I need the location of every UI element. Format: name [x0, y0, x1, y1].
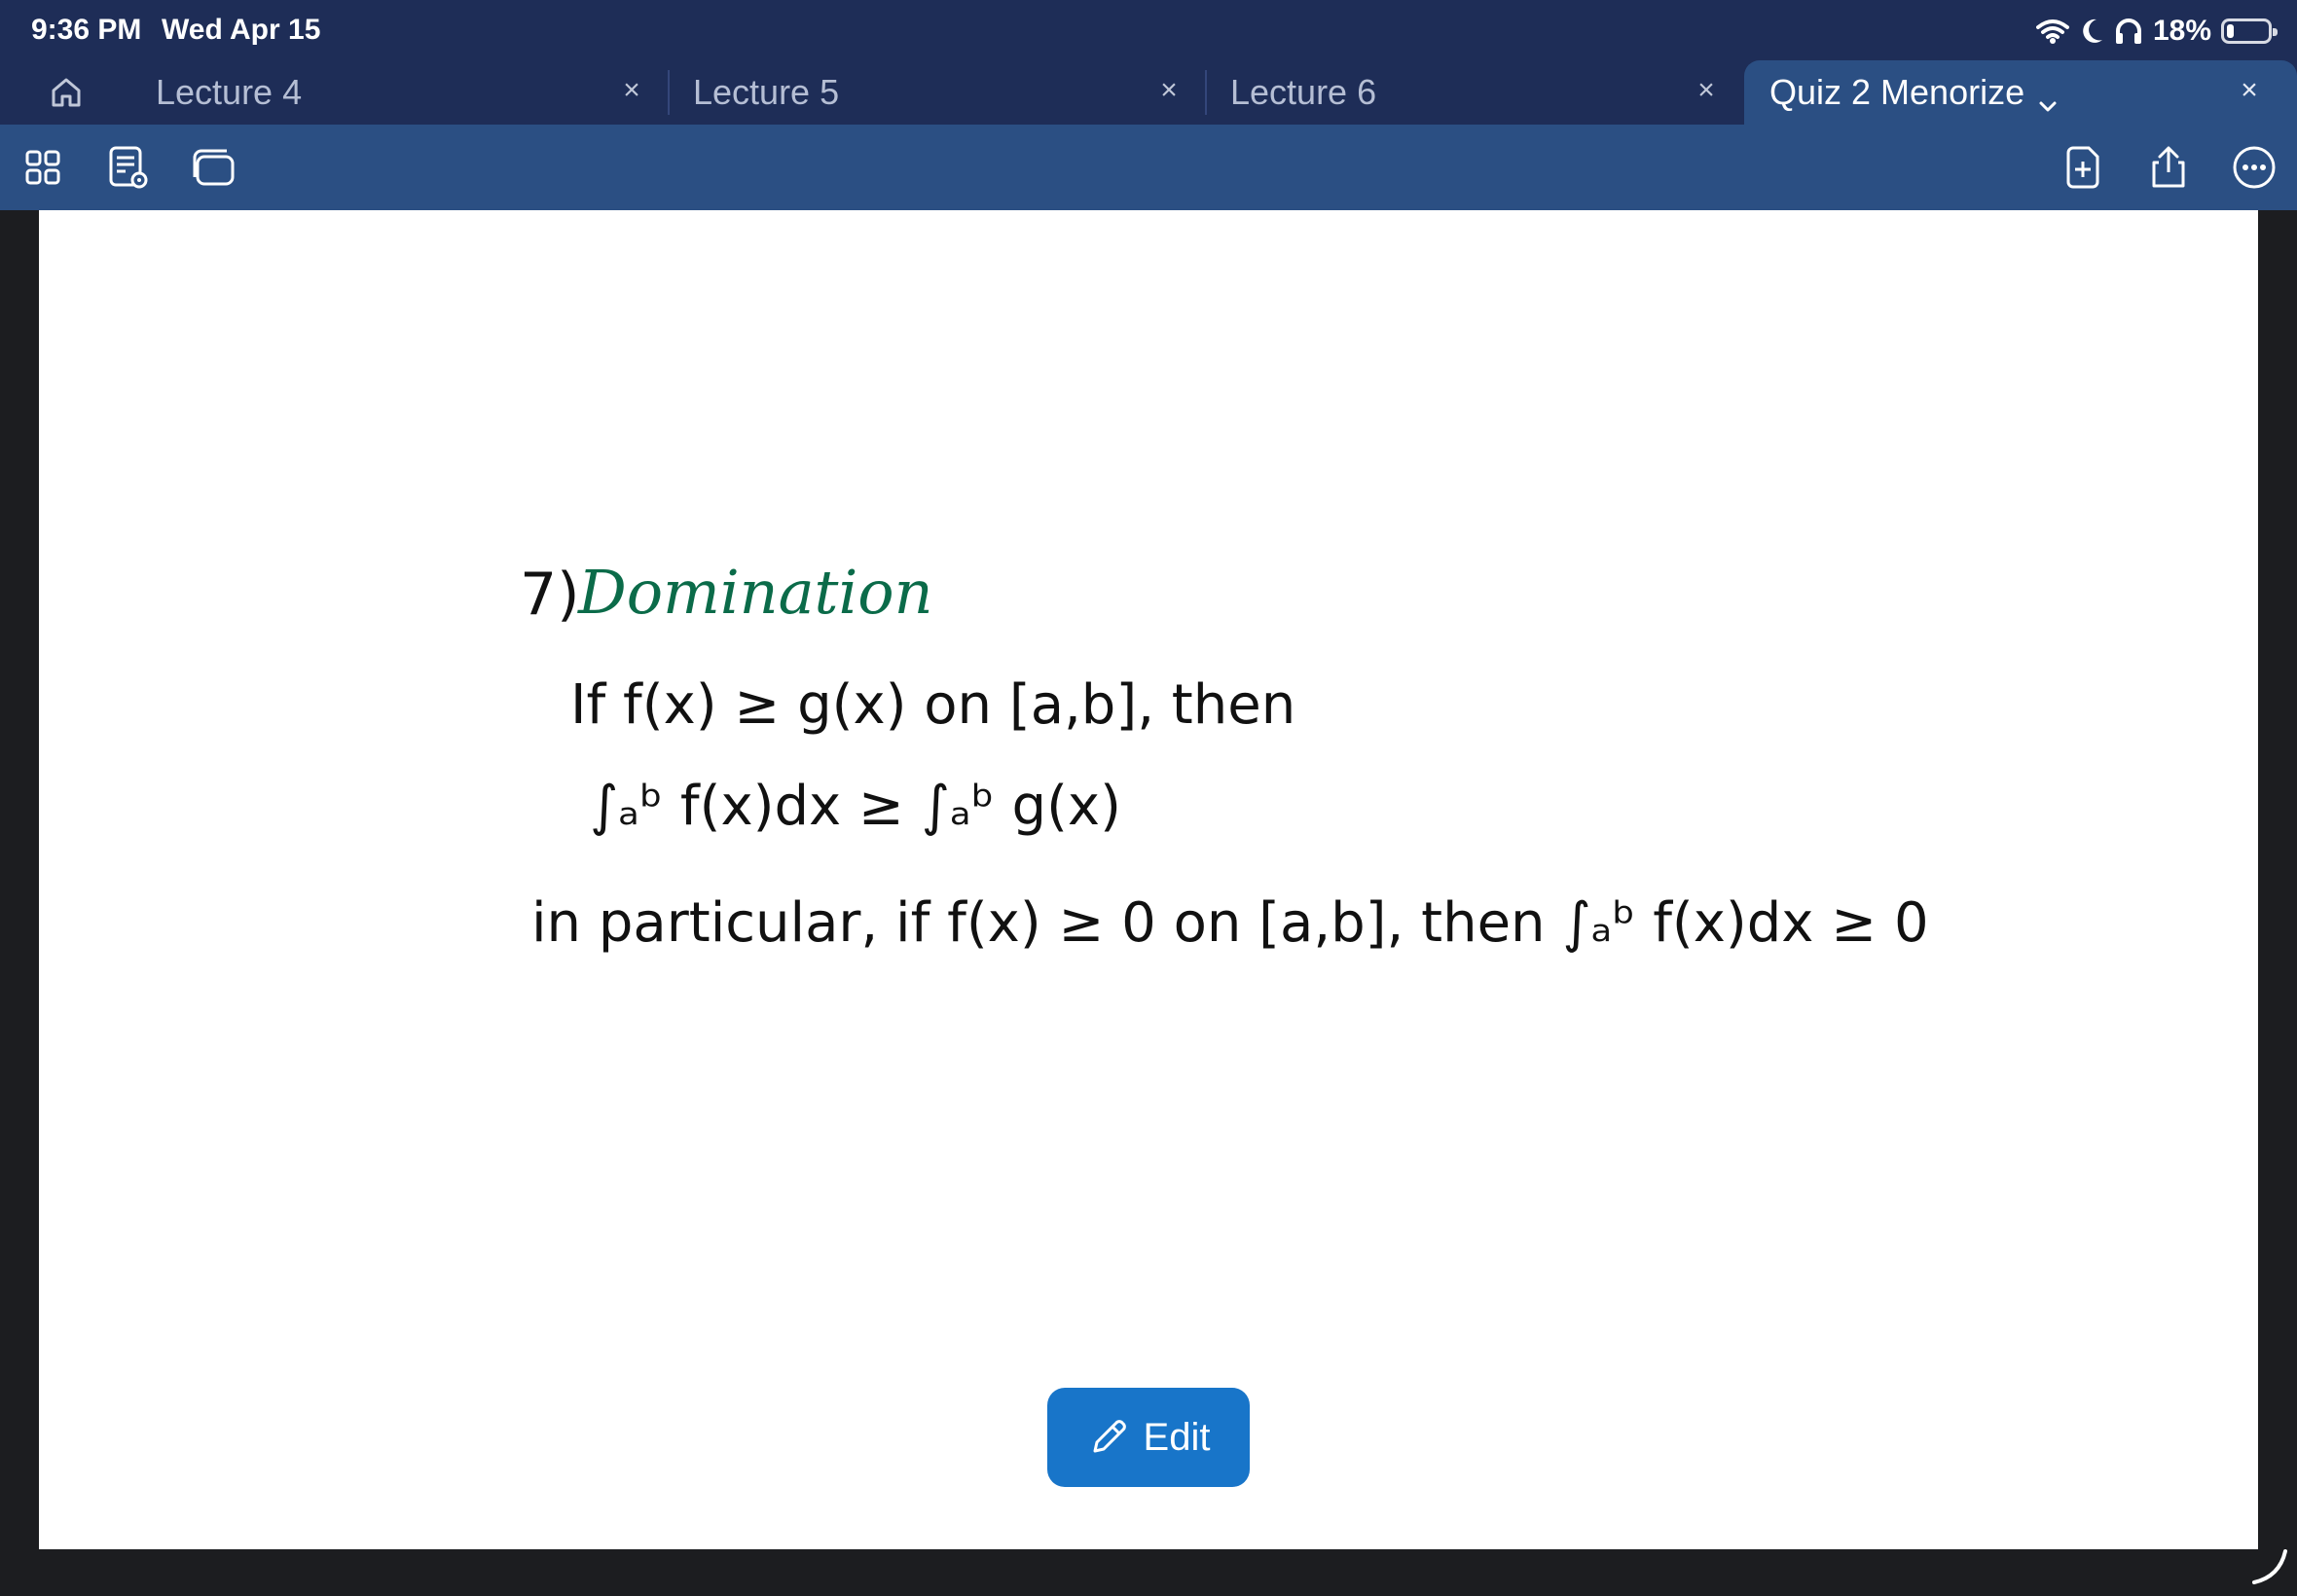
tab-quiz-2-menorize[interactable]: Quiz 2 Menorize × — [1744, 60, 2297, 125]
item-number: 7) — [520, 561, 580, 629]
status-bar: 9:36 PM Wed Apr 15 18% — [0, 0, 2297, 60]
wifi-icon — [2035, 18, 2069, 45]
chevron-down-icon[interactable] — [2038, 82, 2058, 123]
windows-button[interactable] — [187, 140, 241, 195]
tab-label: Lecture 4 — [156, 72, 303, 112]
tab-divider — [668, 70, 670, 115]
tab-label: Lecture 6 — [1230, 72, 1377, 112]
home-icon — [52, 78, 81, 107]
tab-close-button[interactable]: × — [617, 74, 646, 107]
edit-button[interactable]: Edit — [1047, 1388, 1250, 1487]
tab-label: Lecture 5 — [693, 72, 840, 112]
note-title: Domination — [578, 557, 933, 628]
edit-button-label: Edit — [1143, 1415, 1211, 1459]
more-icon — [2233, 146, 2276, 189]
add-page-button[interactable] — [2056, 140, 2110, 195]
status-indicators: 18% — [2035, 12, 2278, 51]
note-page[interactable]: 7) Domination If f(x) ≥ g(x) on [a,b], t… — [39, 210, 2258, 1549]
more-button[interactable] — [2227, 140, 2281, 195]
tab-lecture-4[interactable]: Lecture 4 × — [156, 60, 662, 125]
pencil-icon — [1093, 1420, 1126, 1453]
battery-icon — [2221, 18, 2278, 44]
note-line: If f(x) ≥ g(x) on [a,b], then — [570, 673, 1296, 737]
battery-percent: 18% — [2152, 15, 2211, 47]
grid-icon — [25, 150, 60, 185]
home-button[interactable] — [39, 70, 93, 115]
battery-fill — [2227, 24, 2234, 38]
note-line: in particular, if f(x) ≥ 0 on [a,b], the… — [531, 891, 1929, 955]
windows-icon — [193, 149, 235, 186]
resize-handle-icon[interactable] — [2250, 1547, 2289, 1590]
toolbar — [0, 125, 2297, 210]
grid-button[interactable] — [16, 140, 70, 195]
share-icon — [2152, 146, 2185, 188]
headphones-icon — [2114, 17, 2143, 46]
moon-icon — [2079, 17, 2104, 46]
tab-lecture-5[interactable]: Lecture 5 × — [693, 60, 1199, 125]
status-date: Wed Apr 15 — [162, 14, 321, 46]
tab-bar: Lecture 4 × Lecture 5 × Lecture 6 × Quiz… — [0, 60, 2297, 125]
status-time: 9:36 PM — [31, 14, 142, 46]
share-button[interactable] — [2141, 140, 2196, 195]
tab-lecture-6[interactable]: Lecture 6 × — [1230, 60, 1736, 125]
notes-view-button[interactable] — [101, 140, 156, 195]
add-page-icon — [2066, 146, 2099, 189]
tab-label: Quiz 2 Menorize — [1769, 72, 2025, 112]
notes-view-icon — [109, 146, 148, 189]
note-line: ∫ₐᵇ f(x)dx ≥ ∫ₐᵇ g(x) — [590, 775, 1121, 838]
tab-close-button[interactable]: × — [1154, 74, 1184, 107]
battery-nub — [2273, 28, 2278, 36]
tab-close-button[interactable]: × — [2235, 74, 2264, 107]
tab-divider — [1205, 70, 1207, 115]
tab-close-button[interactable]: × — [1692, 74, 1721, 107]
